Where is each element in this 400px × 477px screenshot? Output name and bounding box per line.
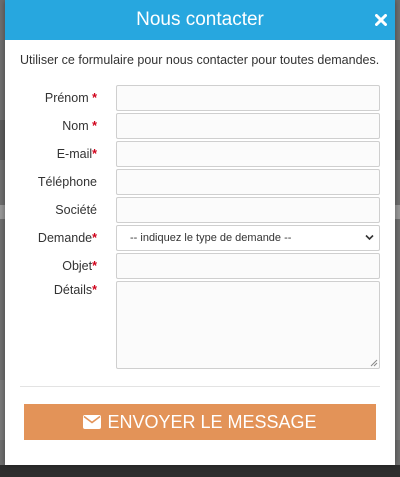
required-marker: * — [92, 147, 97, 161]
prenom-input[interactable] — [116, 85, 380, 111]
modal-title: Nous contacter — [136, 9, 264, 30]
backdrop-footer — [0, 465, 400, 477]
divider — [20, 386, 380, 387]
resize-handle-icon[interactable] — [370, 359, 378, 367]
modal-intro: Utiliser ce formulaire pour nous contact… — [20, 53, 380, 67]
demande-selected-value: -- indiquez le type de demande -- — [130, 232, 292, 244]
close-button[interactable] — [370, 0, 392, 40]
contact-modal: Nous contacter Utiliser ce formulaire po… — [5, 0, 395, 465]
field-label: Prénom * — [44, 91, 97, 105]
required-marker: * — [92, 231, 97, 245]
field-label: Société — [55, 203, 97, 217]
field-label: Nom * — [62, 119, 97, 133]
details-textarea[interactable] — [116, 281, 380, 369]
nom-input[interactable] — [116, 113, 380, 139]
field-label: Objet* — [62, 259, 97, 273]
societe-input[interactable] — [116, 197, 380, 223]
field-row-email: E-mail* — [5, 141, 395, 167]
field-label: Détails* — [53, 283, 97, 297]
send-message-label: ENVOYER LE MESSAGE — [107, 412, 317, 432]
demande-select[interactable]: -- indiquez le type de demande -- — [116, 225, 380, 251]
send-message-button[interactable]: ENVOYER LE MESSAGE — [24, 404, 376, 440]
objet-input[interactable] — [116, 253, 380, 279]
field-label: Demande* — [37, 231, 97, 245]
modal-header: Nous contacter — [5, 0, 395, 40]
field-row-demande: Demande* -- indiquez le type de demande … — [5, 225, 395, 251]
telephone-input[interactable] — [116, 169, 380, 195]
field-row-objet: Objet* — [5, 253, 395, 279]
field-row-telephone: Téléphone — [5, 169, 395, 195]
field-row-societe: Société — [5, 197, 395, 223]
required-marker: * — [92, 119, 97, 133]
email-input[interactable] — [116, 141, 380, 167]
field-row-prenom: Prénom * — [5, 85, 395, 111]
envelope-icon — [83, 415, 102, 429]
field-label: Téléphone — [37, 175, 97, 189]
required-marker: * — [92, 259, 97, 273]
required-marker: * — [92, 91, 97, 105]
field-row-nom: Nom * — [5, 113, 395, 139]
chevron-down-icon — [365, 234, 374, 241]
required-marker: * — [92, 283, 97, 297]
field-label: E-mail* — [56, 147, 97, 161]
close-icon — [375, 14, 387, 26]
